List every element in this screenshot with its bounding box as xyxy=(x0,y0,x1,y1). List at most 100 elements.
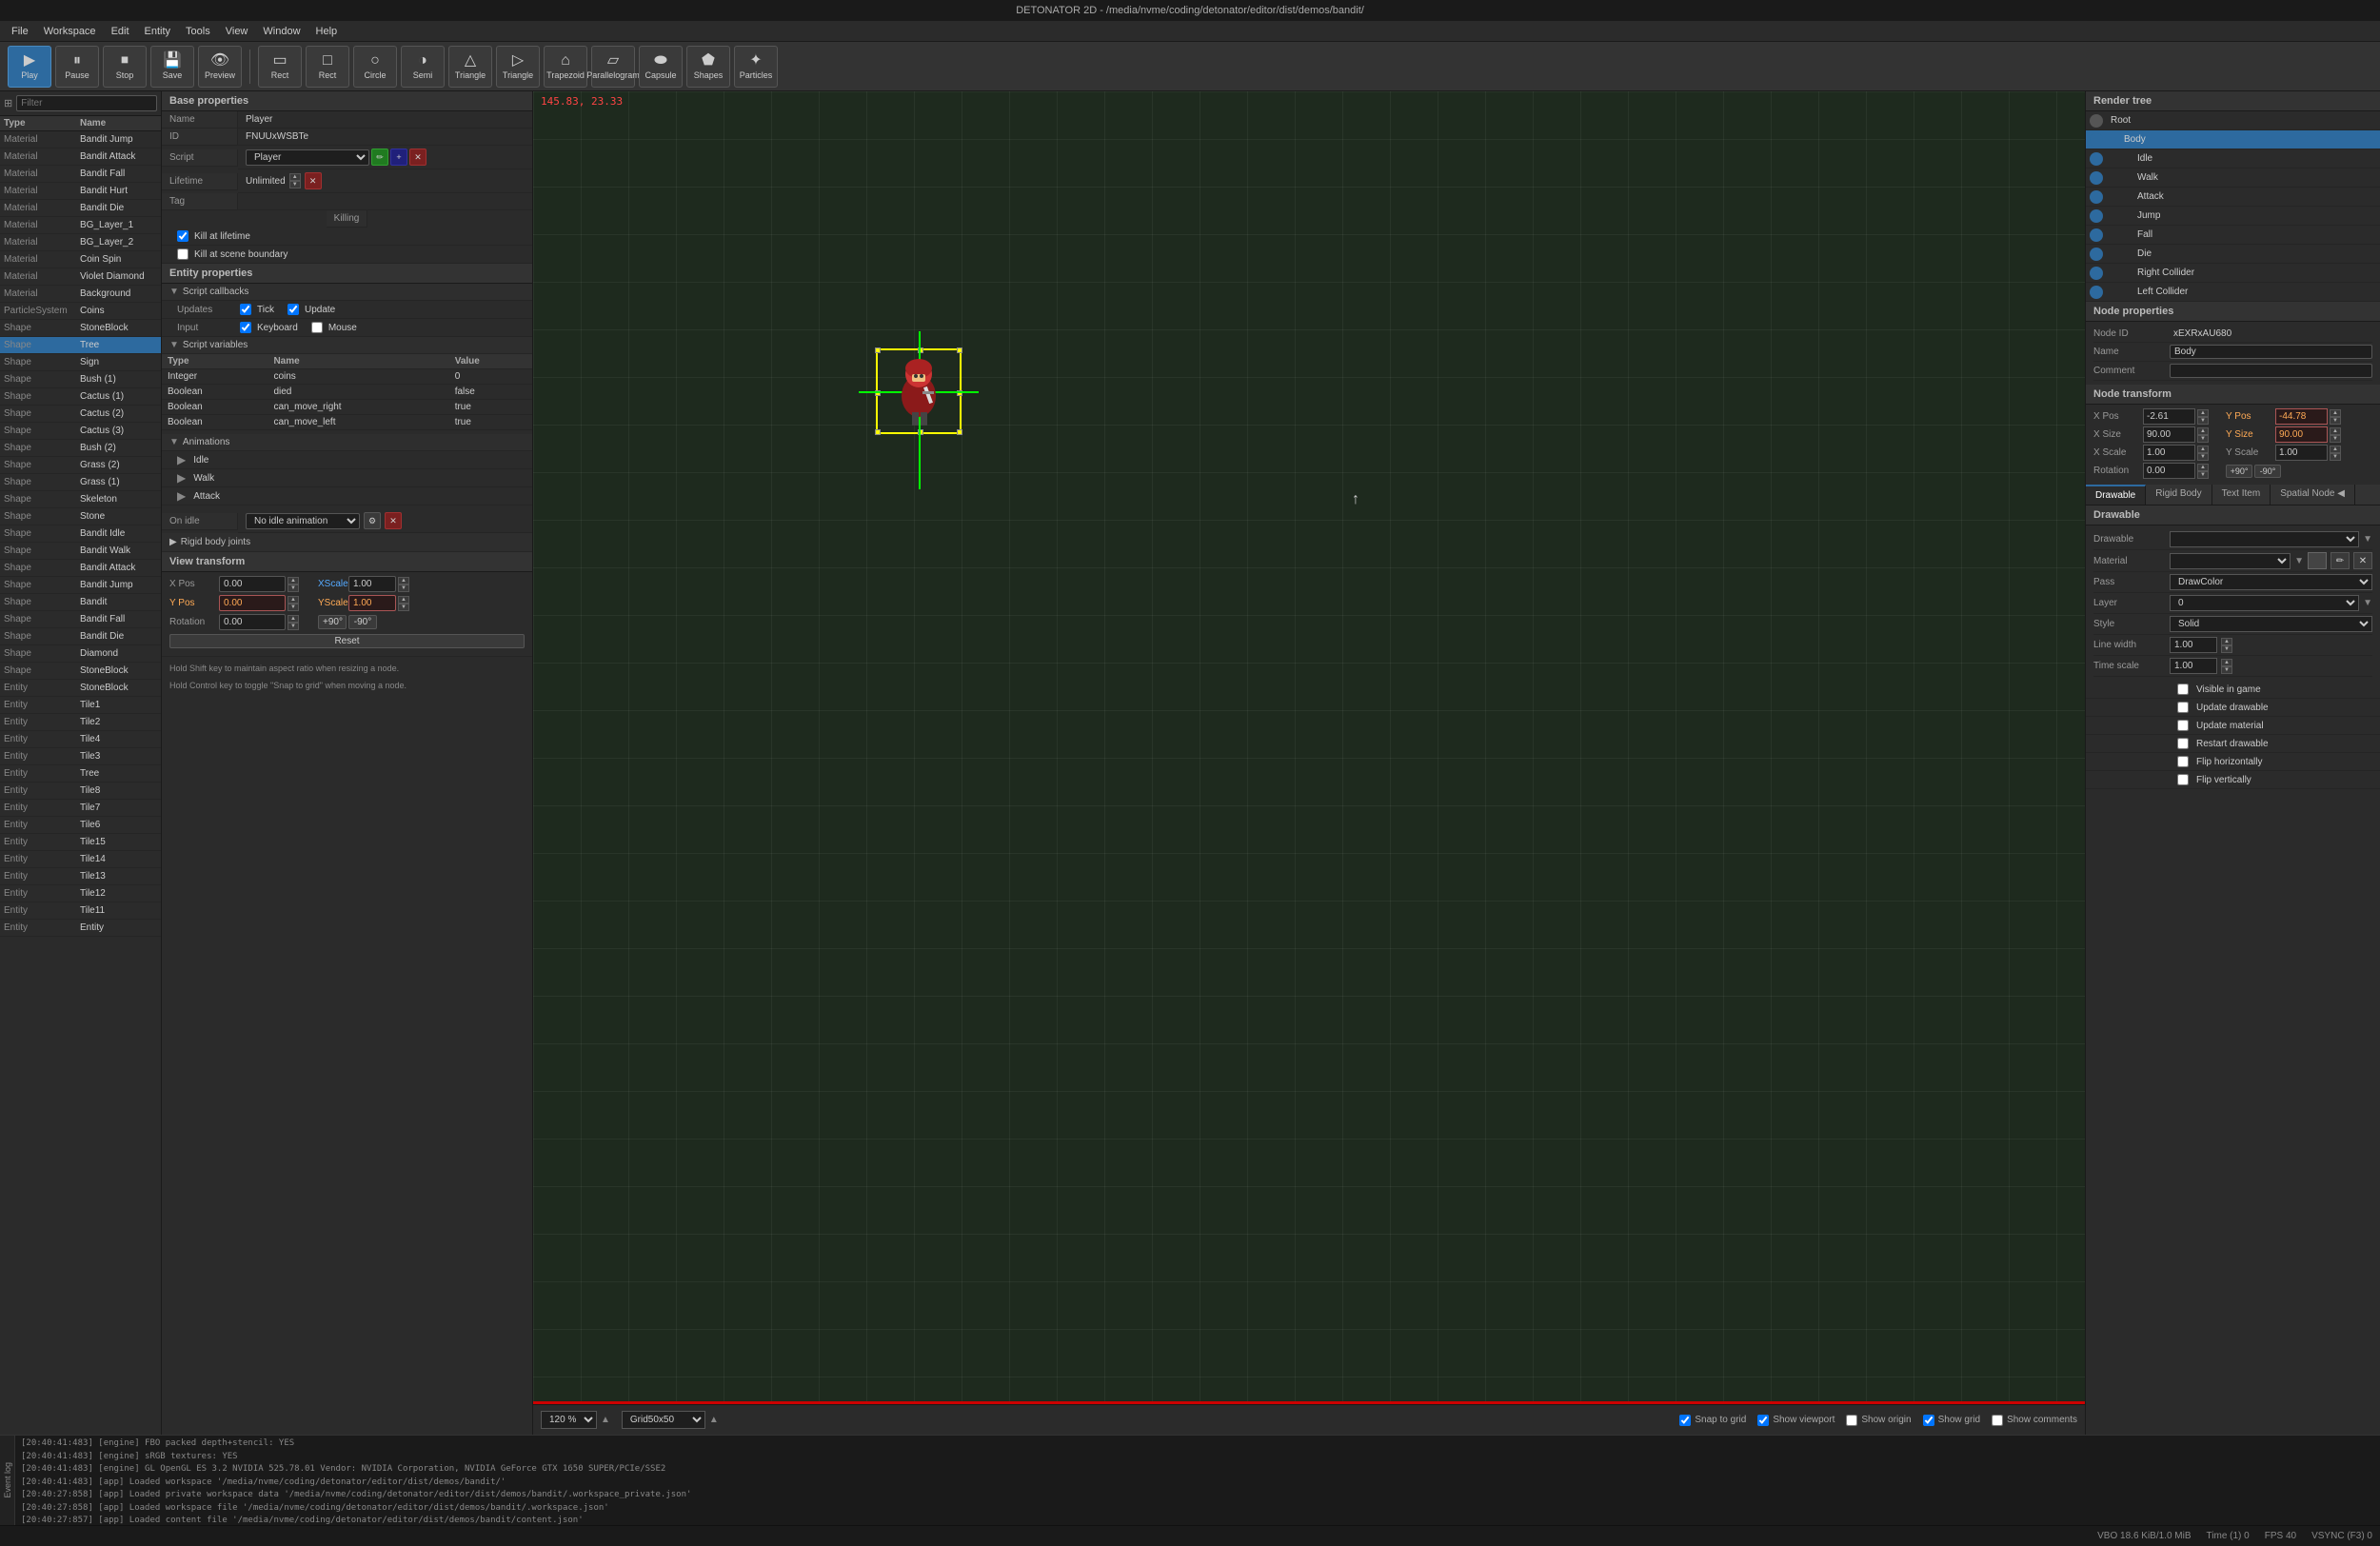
asset-row[interactable]: EntityTile15 xyxy=(0,834,161,851)
ypos-vt-up[interactable]: ▲ xyxy=(288,596,299,604)
tree-eye[interactable] xyxy=(2090,209,2103,223)
asset-row[interactable]: ShapeBandit Idle xyxy=(0,525,161,543)
asset-row[interactable]: MaterialViolet Diamond xyxy=(0,268,161,286)
menu-help[interactable]: Help xyxy=(308,24,346,39)
yscale-vt-down[interactable]: ▼ xyxy=(398,604,409,611)
play-button[interactable]: ▶ Play xyxy=(8,46,51,88)
script-vars-header[interactable]: ▼ Script variables xyxy=(162,337,532,354)
nt-rotation-up[interactable]: ▲ xyxy=(2197,464,2209,471)
xscale-vt-input[interactable] xyxy=(348,576,396,592)
lifetime-clear[interactable]: ✕ xyxy=(305,172,322,189)
line-width-up[interactable]: ▲ xyxy=(2221,638,2232,645)
trapezoid-button[interactable]: ⌂ Trapezoid xyxy=(544,46,587,88)
shapes-button[interactable]: ⬟ Shapes xyxy=(686,46,730,88)
plus90-vt-btn[interactable]: +90° xyxy=(318,615,347,629)
asset-row[interactable]: EntityTile8 xyxy=(0,783,161,800)
asset-row[interactable]: ShapeBandit Attack xyxy=(0,560,161,577)
xscale-vt-down[interactable]: ▼ xyxy=(398,585,409,592)
material-select[interactable] xyxy=(2170,553,2291,569)
render-tree-item[interactable]: Root xyxy=(2086,111,2380,130)
character-sprite[interactable] xyxy=(876,348,962,434)
on-idle-select[interactable]: No idle animation xyxy=(246,513,360,529)
render-tree-item[interactable]: Right Collider xyxy=(2086,264,2380,283)
nt-xscale-down[interactable]: ▼ xyxy=(2197,453,2209,461)
nt-plus90-btn[interactable]: +90° xyxy=(2226,465,2252,478)
asset-row[interactable]: MaterialBandit Attack xyxy=(0,149,161,166)
asset-row[interactable]: MaterialBG_Layer_1 xyxy=(0,217,161,234)
kill-lifetime-check[interactable] xyxy=(177,230,188,242)
nt-xsize-down[interactable]: ▼ xyxy=(2197,435,2209,443)
rotation-vt-input[interactable] xyxy=(219,614,286,630)
nt-ypos-input[interactable] xyxy=(2275,408,2328,425)
menu-tools[interactable]: Tools xyxy=(178,24,218,39)
asset-row[interactable]: MaterialBG_Layer_2 xyxy=(0,234,161,251)
nt-yscale-input[interactable] xyxy=(2275,445,2328,461)
xpos-vt-down[interactable]: ▼ xyxy=(288,585,299,592)
nt-yscale-down[interactable]: ▼ xyxy=(2330,453,2341,461)
asset-row[interactable]: MaterialCoin Spin xyxy=(0,251,161,268)
menu-edit[interactable]: Edit xyxy=(104,24,137,39)
render-tree-item[interactable]: Body xyxy=(2086,130,2380,149)
rotation-vt-down[interactable]: ▼ xyxy=(288,623,299,630)
script-var-row[interactable]: Booleancan_move_lefttrue xyxy=(162,415,532,430)
xscale-vt-up[interactable]: ▲ xyxy=(398,577,409,585)
drawable-select[interactable] xyxy=(2170,531,2359,547)
asset-row[interactable]: MaterialBandit Hurt xyxy=(0,183,161,200)
node-name-input[interactable] xyxy=(2170,345,2372,359)
asset-row[interactable]: EntityTile2 xyxy=(0,714,161,731)
nt-ypos-up[interactable]: ▲ xyxy=(2330,409,2341,417)
asset-row[interactable]: ShapeStone xyxy=(0,508,161,525)
drawable-check[interactable] xyxy=(2177,702,2189,713)
asset-row[interactable]: EntityTile14 xyxy=(0,851,161,868)
nt-xscale-up[interactable]: ▲ xyxy=(2197,446,2209,453)
script-var-row[interactable]: Integercoins0 xyxy=(162,369,532,385)
show-grid-check[interactable] xyxy=(1923,1415,1934,1426)
asset-row[interactable]: ShapeBandit Fall xyxy=(0,611,161,628)
keyboard-check[interactable] xyxy=(240,322,251,333)
render-tree-item[interactable]: Fall xyxy=(2086,226,2380,245)
triangle-button[interactable]: △ Triangle xyxy=(448,46,492,88)
tree-eye[interactable] xyxy=(2090,152,2103,166)
circle-button[interactable]: ○ Circle xyxy=(353,46,397,88)
tree-eye[interactable] xyxy=(2090,228,2103,242)
pause-button[interactable]: ⏸ Pause xyxy=(55,46,99,88)
mouse-check[interactable] xyxy=(311,322,323,333)
rect2-button[interactable]: □ Rect xyxy=(306,46,349,88)
render-tree-item[interactable]: Attack xyxy=(2086,188,2380,207)
asset-row[interactable]: ParticleSystemCoins xyxy=(0,303,161,320)
render-tree-item[interactable]: Jump xyxy=(2086,207,2380,226)
node-comment-input[interactable] xyxy=(2170,364,2372,378)
nt-yscale-up[interactable]: ▲ xyxy=(2330,446,2341,453)
nt-minus90-btn[interactable]: -90° xyxy=(2254,465,2281,478)
asset-row[interactable]: MaterialBandit Fall xyxy=(0,166,161,183)
asset-row[interactable]: ShapeTree xyxy=(0,337,161,354)
show-comments-check[interactable] xyxy=(1992,1415,2003,1426)
stop-button[interactable]: ⏹ Stop xyxy=(103,46,147,88)
script-var-row[interactable]: Booleandiedfalse xyxy=(162,385,532,400)
viewport-canvas[interactable]: 145.83, 23.33 xyxy=(533,91,2085,1401)
script-callbacks-header[interactable]: ▼ Script callbacks xyxy=(162,284,532,301)
nt-xsize-up[interactable]: ▲ xyxy=(2197,427,2209,435)
asset-row[interactable]: EntityTile11 xyxy=(0,902,161,920)
script-remove-btn[interactable]: ✕ xyxy=(409,149,426,166)
nt-ypos-down[interactable]: ▼ xyxy=(2330,417,2341,425)
script-var-row[interactable]: Booleancan_move_righttrue xyxy=(162,400,532,415)
drawable-check[interactable] xyxy=(2177,684,2189,695)
save-button[interactable]: 💾 Save xyxy=(150,46,194,88)
tab-spatial-node[interactable]: Spatial Node ◀ xyxy=(2271,485,2355,505)
asset-row[interactable]: EntityTile6 xyxy=(0,817,161,834)
script-edit-btn[interactable]: ✏ xyxy=(371,149,388,166)
line-width-down[interactable]: ▼ xyxy=(2221,645,2232,653)
ypos-vt-down[interactable]: ▼ xyxy=(288,604,299,611)
nt-ysize-up[interactable]: ▲ xyxy=(2330,427,2341,435)
on-idle-btn1[interactable]: ⚙ xyxy=(364,512,381,529)
tab-drawable[interactable]: Drawable xyxy=(2086,485,2146,505)
kill-boundary-check[interactable] xyxy=(177,248,188,260)
script-add-btn[interactable]: + xyxy=(390,149,407,166)
reset-btn[interactable]: Reset xyxy=(169,634,525,648)
material-clear-btn[interactable]: ✕ xyxy=(2353,552,2372,569)
asset-row[interactable]: ShapeBush (2) xyxy=(0,440,161,457)
tree-eye[interactable] xyxy=(2090,190,2103,204)
tree-eye[interactable] xyxy=(2090,286,2103,299)
render-tree-item[interactable]: Walk xyxy=(2086,168,2380,188)
